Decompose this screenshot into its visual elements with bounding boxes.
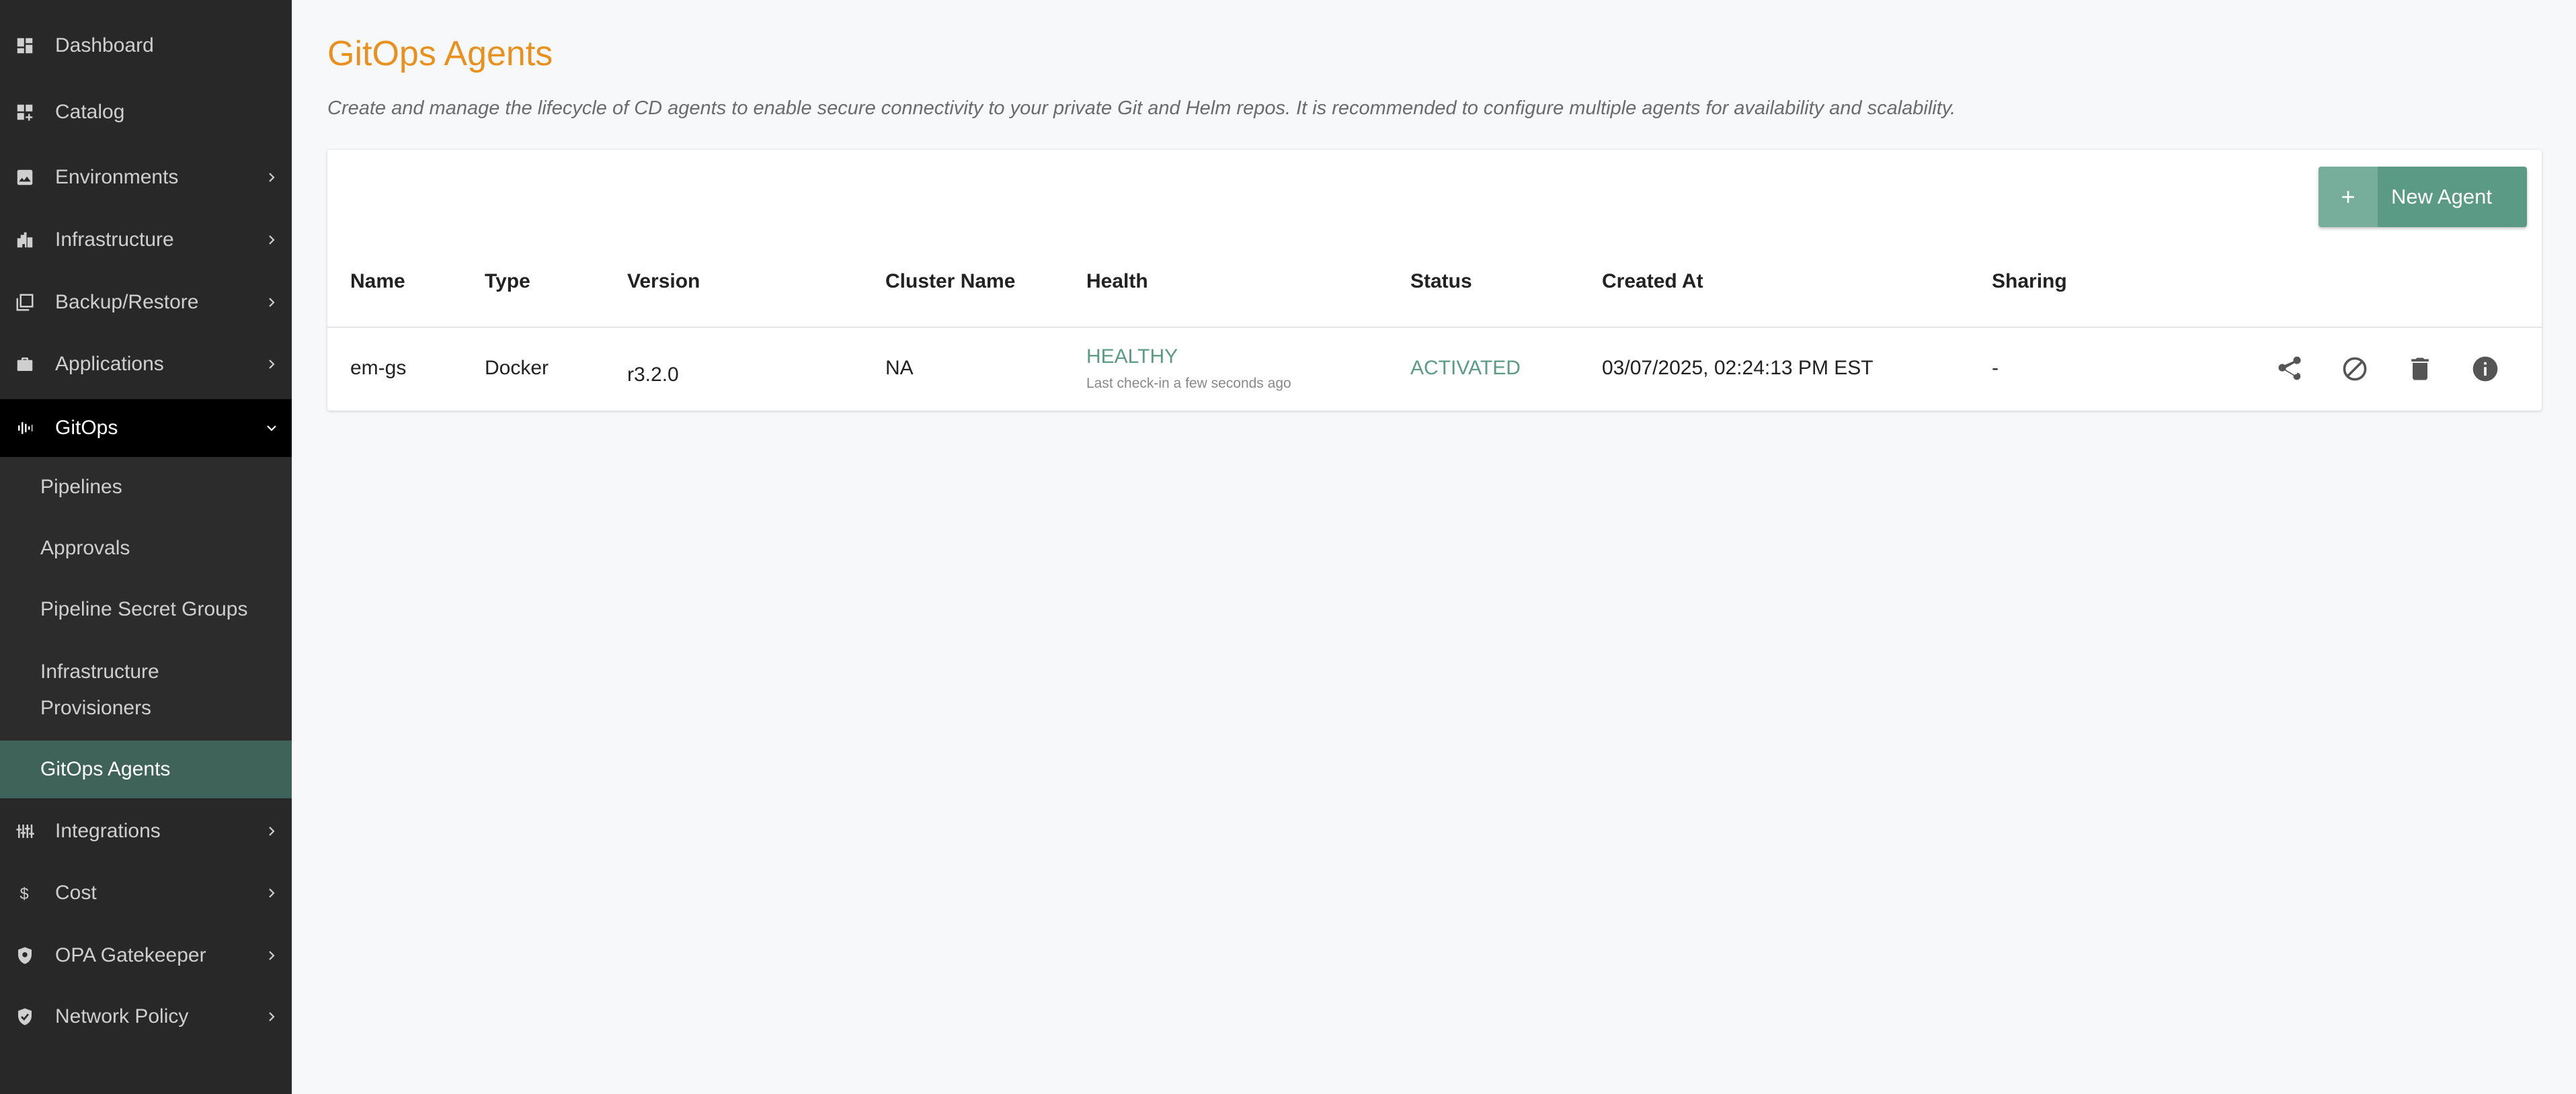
page-title: GitOps Agents <box>327 34 553 73</box>
applications-icon <box>15 354 35 374</box>
sidebar-item-backup-restore[interactable]: Backup/Restore <box>0 276 292 329</box>
column-header-status: Status <box>1410 270 1472 292</box>
sidebar-subitem-approvals[interactable]: Approvals <box>0 517 292 579</box>
sidebar-item-label: Cost <box>55 882 97 904</box>
cell-type: Docker <box>485 357 549 379</box>
backup-icon <box>15 292 35 312</box>
block-icon <box>2343 357 2367 381</box>
sidebar-item-label: Integrations <box>55 820 161 842</box>
sidebar-subitem-label: Pipelines <box>40 476 122 498</box>
chevron-right-icon <box>264 948 280 964</box>
sidebar-item-applications[interactable]: Applications <box>0 337 292 391</box>
health-last-checkin: Last check-in a few seconds ago <box>1086 376 1291 391</box>
sidebar-item-gitops[interactable]: GitOps <box>0 399 292 457</box>
sidebar-item-label: Dashboard <box>55 34 154 56</box>
shield-check-icon <box>15 1007 35 1027</box>
sidebar-item-label: GitOps <box>55 417 118 439</box>
table-header-divider <box>327 327 2542 328</box>
cell-cluster-name: NA <box>885 357 914 379</box>
cell-version: r3.2.0 <box>627 364 679 386</box>
cell-sharing: - <box>1992 357 1999 379</box>
sidebar-subitem-label: Approvals <box>40 537 130 559</box>
column-header-cluster-name: Cluster Name <box>885 270 1016 292</box>
environments-icon <box>15 167 35 187</box>
column-header-type: Type <box>485 270 530 292</box>
sidebar-item-label: Network Policy <box>55 1005 189 1027</box>
chevron-right-icon <box>264 885 280 901</box>
chevron-down-icon <box>264 420 280 436</box>
gitops-icon <box>15 418 35 438</box>
plus-icon: + <box>2319 167 2378 227</box>
dollar-icon: $ <box>15 883 35 903</box>
svg-text:$: $ <box>20 885 29 903</box>
chevron-right-icon <box>264 294 280 310</box>
delete-button[interactable] <box>2403 352 2437 386</box>
sidebar-item-cost[interactable]: $ Cost <box>0 866 292 920</box>
sidebar-subitem-label: Pipeline Secret Groups <box>40 598 248 620</box>
sidebar-item-network-policy[interactable]: Network Policy <box>0 990 292 1044</box>
catalog-icon <box>15 102 35 122</box>
share-icon <box>2278 356 2301 380</box>
info-icon <box>2472 356 2498 382</box>
chevron-right-icon <box>264 1009 280 1025</box>
shield-icon <box>15 945 35 966</box>
infrastructure-icon <box>15 230 35 250</box>
sidebar-subitem-label: GitOps Agents <box>40 758 171 780</box>
sidebar-subitem-gitops-agents[interactable]: GitOps Agents <box>0 741 292 798</box>
chevron-right-icon <box>264 356 280 372</box>
dashboard-icon <box>15 36 35 56</box>
cell-created-at: 03/07/2025, 02:24:13 PM EST <box>1602 357 1874 379</box>
column-header-version: Version <box>627 270 700 292</box>
sidebar-subitem-pipeline-secret-groups[interactable]: Pipeline Secret Groups <box>0 579 292 640</box>
info-button[interactable] <box>2468 352 2502 386</box>
column-header-sharing: Sharing <box>1992 270 2067 292</box>
sidebar-item-opa-gatekeeper[interactable]: OPA Gatekeeper <box>0 929 292 982</box>
chevron-right-icon <box>264 232 280 248</box>
sidebar-item-infrastructure[interactable]: Infrastructure <box>0 213 292 267</box>
sidebar-item-label: OPA Gatekeeper <box>55 944 206 966</box>
health-status: HEALTHY <box>1086 345 1178 368</box>
cell-name: em-gs <box>350 357 407 379</box>
deactivate-button[interactable] <box>2338 352 2372 386</box>
sidebar-item-label: Infrastructure <box>55 228 174 251</box>
share-button[interactable] <box>2273 352 2306 386</box>
sidebar-item-label: Environments <box>55 166 179 188</box>
sidebar-item-label: Catalog <box>55 101 125 123</box>
chevron-right-icon <box>264 823 280 839</box>
trash-icon <box>2411 357 2429 380</box>
chevron-right-icon <box>264 169 280 185</box>
sidebar-item-label: Backup/Restore <box>55 291 199 313</box>
new-agent-button[interactable]: + New Agent <box>2319 167 2527 227</box>
sidebar-subitem-infrastructure-provisioners[interactable]: Infrastructure Provisioners <box>0 640 292 741</box>
status-badge: ACTIVATED <box>1410 357 1521 379</box>
column-header-name: Name <box>350 270 405 292</box>
sidebar-item-integrations[interactable]: Integrations <box>0 804 292 858</box>
page-description: Create and manage the lifecycle of CD ag… <box>327 97 1956 119</box>
sidebar-subitem-label: Infrastructure Provisioners <box>40 661 159 719</box>
sidebar-item-catalog[interactable]: Catalog <box>0 85 292 139</box>
sidebar: Dashboard Catalog Environments Infrastru… <box>0 0 292 1094</box>
integrations-icon <box>15 821 35 841</box>
sidebar-item-dashboard[interactable]: Dashboard <box>0 19 292 73</box>
sidebar-item-environments[interactable]: Environments <box>0 151 292 204</box>
column-header-created-at: Created At <box>1602 270 1703 292</box>
column-header-health: Health <box>1086 270 1148 292</box>
sidebar-subitem-pipelines[interactable]: Pipelines <box>0 457 292 517</box>
new-agent-label: New Agent <box>2391 185 2492 208</box>
sidebar-item-label: Applications <box>55 353 164 375</box>
